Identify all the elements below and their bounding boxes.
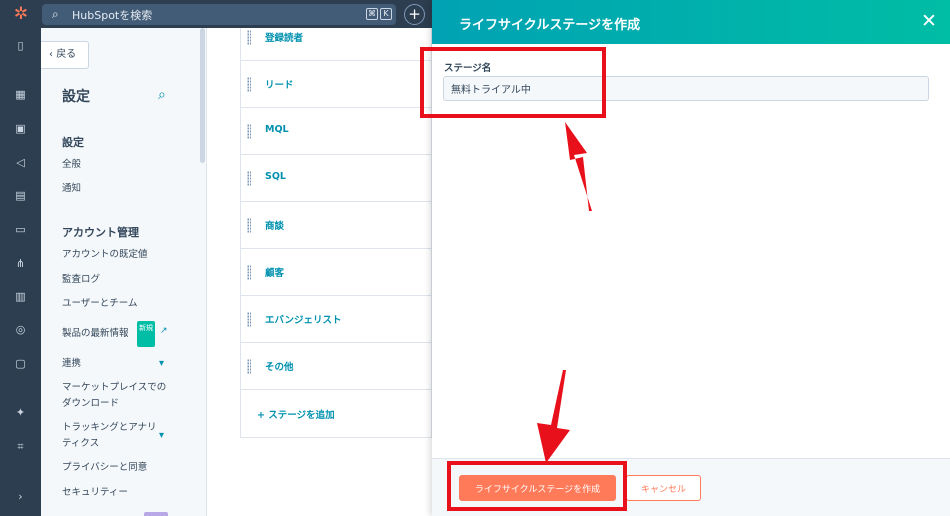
sidebar-item-security[interactable]: セキュリティー: [62, 485, 128, 501]
sidebar-item-marketplace-downloads[interactable]: マーケットプレイスでの ダウンロード: [62, 380, 166, 412]
network-icon[interactable]: ⋔: [13, 256, 28, 271]
new-badge: 新規: [137, 321, 155, 347]
sidebar-scrollbar[interactable]: [200, 28, 205, 163]
drag-handle-icon[interactable]: [247, 171, 251, 186]
drag-handle-icon[interactable]: [247, 359, 251, 374]
panel-header: ライフサイクルステージを作成 ✕: [432, 0, 950, 44]
bookmark-icon[interactable]: ▯: [13, 38, 28, 53]
sidebar-title: 設定: [62, 89, 90, 105]
sidebar-item-notifications[interactable]: 通知: [62, 181, 81, 197]
stage-label: その他: [265, 362, 294, 373]
external-link-icon: ↗: [160, 326, 168, 336]
drag-handle-icon[interactable]: [247, 218, 251, 233]
drag-handle-icon[interactable]: [247, 124, 251, 139]
sidebar-item-users-teams[interactable]: ユーザーとチーム: [62, 296, 138, 312]
stage-row[interactable]: 顧客: [241, 249, 433, 296]
stage-row[interactable]: その他: [241, 343, 433, 390]
drag-handle-icon[interactable]: [247, 265, 251, 280]
stage-row[interactable]: MQL: [241, 108, 433, 155]
highlight-box-create-button: [447, 461, 627, 511]
chevron-down-icon[interactable]: ▾: [159, 430, 164, 441]
drag-handle-icon[interactable]: [247, 30, 251, 45]
grid-icon[interactable]: ▦: [13, 87, 28, 102]
highlight-box-stage-name: [420, 47, 606, 118]
sidebar-item-privacy-consent[interactable]: プライバシーと同意: [62, 460, 147, 476]
stage-row[interactable]: リード: [241, 61, 433, 108]
drag-handle-icon[interactable]: [247, 312, 251, 327]
settings-sidebar: ‹ 戻る 設定 ⌕ 設定 全般 通知 アカウント管理 アカウントの既定値 監査ロ…: [41, 28, 207, 516]
sidebar-item-account-defaults[interactable]: アカウントの既定値: [62, 247, 148, 263]
stage-row[interactable]: SQL: [241, 155, 433, 202]
drag-handle-icon[interactable]: [247, 77, 251, 92]
expand-icon[interactable]: ›: [13, 489, 28, 504]
panel-title: ライフサイクルステージを作成: [459, 18, 641, 33]
code-icon[interactable]: ⌗: [13, 439, 28, 454]
sidebar-item-integrations[interactable]: 連携: [62, 356, 81, 372]
stage-label: リード: [265, 80, 294, 91]
section-heading-settings: 設定: [62, 136, 84, 149]
stage-label: SQL: [265, 171, 286, 182]
back-label: 戻る: [56, 49, 77, 60]
sidebar-item-general[interactable]: 全般: [62, 157, 81, 173]
sidebar-item-product-updates[interactable]: 製品の最新情報: [62, 326, 129, 342]
search-icon: ⌕: [52, 7, 59, 21]
chevron-down-icon[interactable]: ▾: [159, 358, 164, 369]
deal-icon[interactable]: ▭: [13, 222, 28, 237]
contacts-icon[interactable]: ▣: [13, 121, 28, 136]
add-stage-label: ステージを追加: [268, 410, 335, 421]
main-nav-rail: ▯ ▦ ▣ ◁ ▤ ▭ ⋔ ▥ ◎ ▢ ✦ ⌗ ›: [0, 28, 41, 516]
stage-label: 商談: [265, 221, 285, 232]
database-icon[interactable]: ◎: [13, 322, 28, 337]
sidebar-item-tracking-analytics[interactable]: トラッキングとアナリ ティクス: [62, 420, 157, 452]
search-placeholder: HubSpotを検索: [72, 9, 153, 22]
sidebar-search-icon[interactable]: ⌕: [158, 87, 166, 103]
sidebar-item-audit-log[interactable]: 監査ログ: [62, 272, 100, 288]
partial-badge: [144, 512, 168, 516]
document-icon[interactable]: ▤: [13, 188, 28, 203]
stage-row[interactable]: 登録読者: [241, 14, 433, 61]
megaphone-icon[interactable]: ◁: [13, 155, 28, 170]
stage-label: 顧客: [265, 268, 285, 279]
stage-row[interactable]: エバンジェリスト: [241, 296, 433, 343]
sparkle-icon[interactable]: ✦: [13, 405, 28, 420]
back-button[interactable]: ‹ 戻る: [41, 41, 89, 69]
lifecycle-stage-list: 登録読者 リード MQL SQL 商談 顧客 エバンジェリスト その他 + ステ…: [240, 28, 433, 438]
add-stage-button[interactable]: + ステージを追加: [257, 407, 335, 421]
stage-label: MQL: [265, 124, 289, 135]
section-heading-account: アカウント管理: [62, 226, 139, 239]
stage-row[interactable]: 商談: [241, 202, 433, 249]
folder-icon[interactable]: ▢: [13, 356, 28, 371]
cancel-button[interactable]: キャンセル: [626, 475, 701, 501]
hubspot-logo-icon[interactable]: ✲: [10, 4, 32, 24]
close-icon[interactable]: ✕: [921, 9, 937, 33]
stage-label: 登録読者: [265, 33, 304, 44]
chart-icon[interactable]: ▥: [13, 289, 28, 304]
stage-label: エバンジェリスト: [265, 315, 342, 326]
